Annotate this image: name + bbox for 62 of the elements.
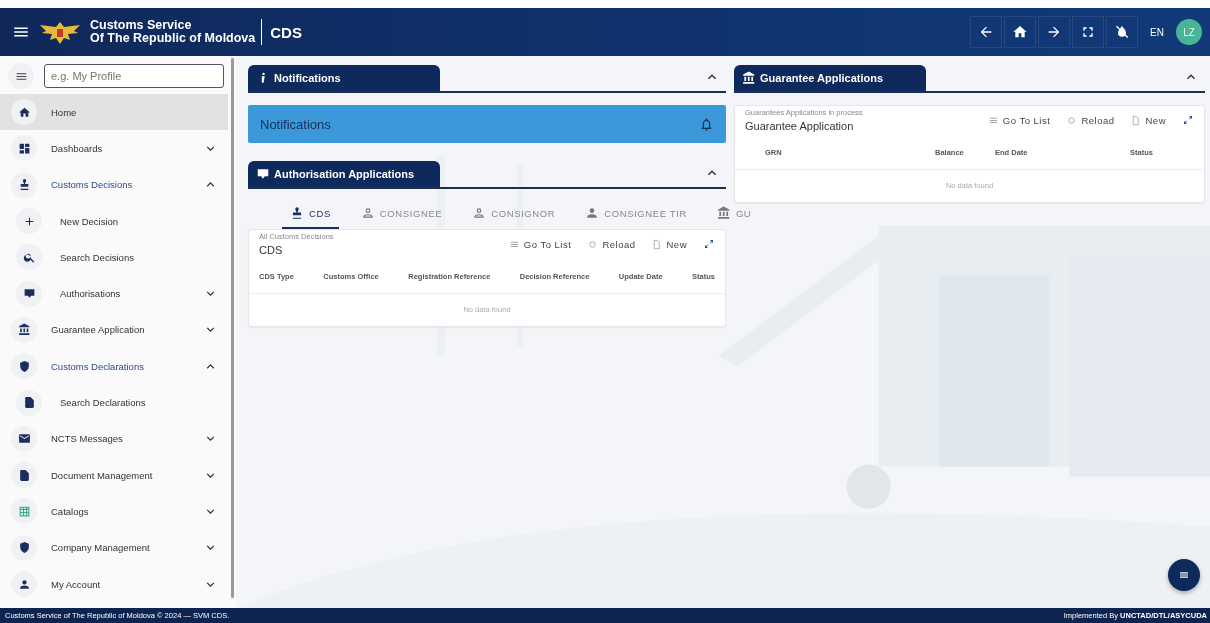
sidebar-item[interactable]: NCTS Messages: [0, 420, 228, 457]
stamp-icon: [290, 206, 304, 220]
new-button[interactable]: New: [1130, 114, 1166, 126]
sidebar-item[interactable]: My Account: [0, 565, 228, 603]
language-button[interactable]: EN: [1140, 26, 1174, 38]
expand-icon[interactable]: [1182, 114, 1194, 126]
sidebar-item[interactable]: Home: [0, 94, 228, 131]
home-icon[interactable]: [1004, 16, 1037, 48]
app-title: CDS: [270, 23, 302, 41]
organization-name: Customs Service: [90, 19, 193, 32]
grid-icon: [11, 498, 37, 525]
document-icon: [11, 462, 37, 489]
panel-tab[interactable]: Notifications: [248, 65, 440, 91]
person-icon: [472, 206, 487, 220]
sidebar-item[interactable]: Document Management: [0, 456, 228, 494]
bank-icon: [742, 71, 756, 85]
expand-icon[interactable]: [703, 238, 715, 250]
bell-icon[interactable]: [699, 116, 714, 132]
mail-icon: [11, 425, 37, 452]
shield-icon: [11, 534, 37, 561]
sidebar-item[interactable]: New Decision: [0, 202, 228, 240]
person-icon: [585, 206, 600, 220]
search-icon: [16, 244, 42, 271]
panel-tab[interactable]: Guarantee Applications: [734, 65, 926, 91]
bank-icon: [11, 316, 37, 343]
sidebar-item[interactable]: Guarantee Application: [0, 311, 228, 349]
card-title: Guarantee Application: [745, 120, 855, 132]
organization-name: Of The Republic of Moldova: [90, 32, 256, 45]
plus-icon: [16, 208, 42, 235]
panel-title: Guarantee Applications: [760, 72, 884, 84]
reload-button[interactable]: Reload: [587, 238, 636, 250]
crossed-out-icon[interactable]: [1106, 16, 1139, 48]
new-button[interactable]: New: [651, 238, 687, 250]
sidebar-item[interactable]: Catalogs: [0, 493, 228, 530]
sidebar-item[interactable]: Search Decisions: [0, 239, 228, 276]
document-icon: [1130, 114, 1142, 126]
sidebar-item[interactable]: Customs Declarations: [0, 348, 228, 385]
sidebar-item[interactable]: Dashboards: [0, 130, 228, 167]
sidebar-item[interactable]: Company Management: [0, 529, 228, 566]
dashboard-icon: [11, 135, 37, 162]
badge-icon: [11, 353, 37, 380]
document-icon: [651, 238, 663, 250]
list-button[interactable]: Go To List: [508, 238, 572, 250]
person-icon: [360, 206, 375, 220]
list-button[interactable]: Go To List: [987, 114, 1051, 126]
search-field[interactable]: e.g. My Profile: [44, 64, 224, 88]
bank-icon: [716, 206, 731, 220]
sidebar-item[interactable]: Authorisations: [0, 275, 228, 312]
fullscreen-icon[interactable]: [1072, 16, 1105, 48]
sidebar-item[interactable]: Search Declarations: [0, 384, 228, 421]
banner-title: Notifications: [260, 116, 331, 132]
home-icon: [11, 99, 37, 126]
reload-icon: [1066, 114, 1078, 126]
panel-tab[interactable]: Authorisation Applications: [248, 161, 440, 187]
sidebar-item[interactable]: Customs Decisions: [0, 166, 228, 203]
panel-title: Notifications: [274, 72, 341, 84]
card-title: CDS: [259, 244, 284, 256]
reload-icon: [587, 238, 599, 250]
reload-button[interactable]: Reload: [1066, 114, 1115, 126]
person-icon: [11, 571, 37, 597]
panel-title: Authorisation Applications: [274, 168, 415, 180]
stamp-icon: [11, 171, 37, 198]
